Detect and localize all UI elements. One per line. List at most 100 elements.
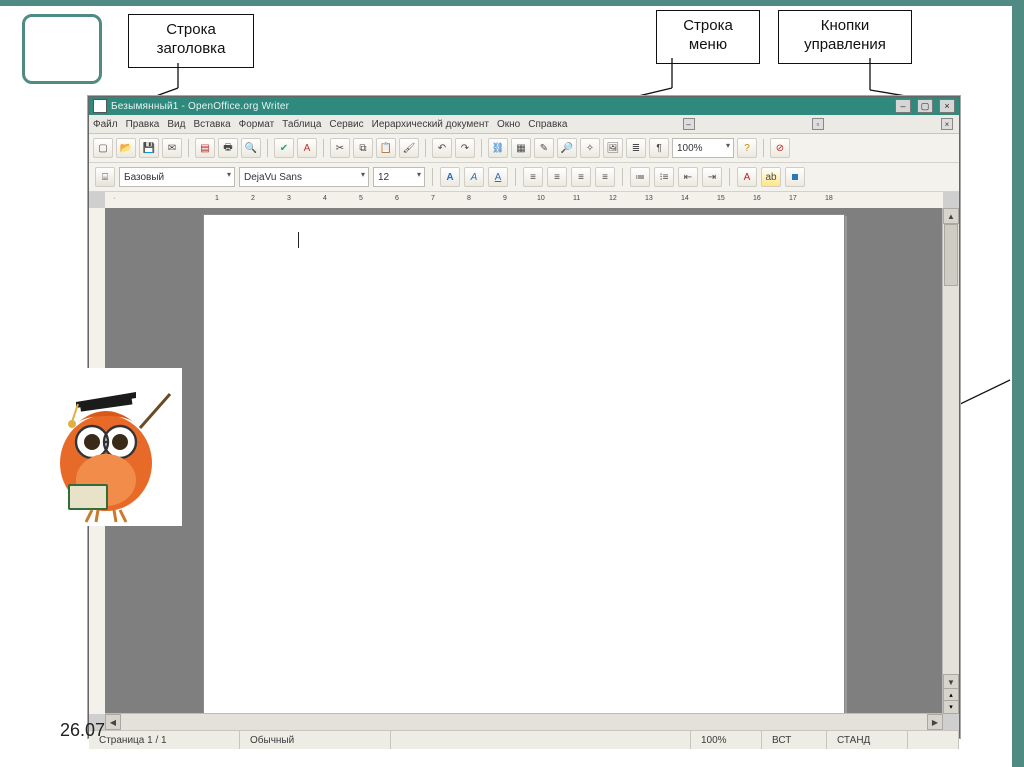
highlight-icon[interactable]: ab (761, 167, 781, 187)
callout-window-buttons: Кнопки управления (778, 10, 912, 64)
paragraph-style-selector[interactable]: Базовый (119, 167, 235, 187)
menu-item[interactable]: Таблица (282, 119, 321, 130)
toolbar-separator (763, 139, 764, 157)
doc-minimize-icon[interactable]: – (683, 118, 695, 130)
doc-close-icon[interactable]: × (941, 118, 953, 130)
document-page[interactable] (203, 214, 845, 714)
status-zoom[interactable]: 100% (691, 731, 762, 749)
new-icon[interactable]: ▢ (93, 138, 113, 158)
nonprinting-icon[interactable]: ¶ (649, 138, 669, 158)
scroll-up-icon[interactable]: ▲ (943, 208, 959, 224)
hyperlink-icon[interactable]: ⛓ (488, 138, 508, 158)
mascot-owl (28, 368, 182, 526)
status-page[interactable]: Страница 1 / 1 (89, 731, 240, 749)
menu-item[interactable]: Сервис (329, 119, 363, 130)
toolbar-separator (188, 139, 189, 157)
vertical-scrollbar[interactable]: ▲ ▼ ▴ ▾ (942, 208, 959, 714)
toolbar-separator (622, 168, 623, 186)
toolbar-separator (432, 168, 433, 186)
email-icon[interactable]: ✉ (162, 138, 182, 158)
decrease-indent-icon[interactable]: ⇤ (678, 167, 698, 187)
scroll-right-icon[interactable]: ▶ (927, 714, 943, 730)
close-doc-icon[interactable]: ⊘ (770, 138, 790, 158)
cut-icon[interactable]: ✂ (330, 138, 350, 158)
slide-frame-corner (22, 14, 102, 84)
page-background (105, 208, 943, 714)
slide-date: 26.07 (60, 720, 105, 741)
document-viewport (105, 208, 943, 714)
standard-toolbar: ▢ 📂 💾 ✉ ▤ 🖶 🔍 ✔ A ✂ ⧉ 📋 🖌 ↶ ↷ ⛓ ▦ ✎ 🔎 ✧ (89, 134, 959, 163)
close-button[interactable]: × (939, 99, 955, 113)
gallery-icon[interactable]: 🖼 (603, 138, 623, 158)
table-icon[interactable]: ▦ (511, 138, 531, 158)
doc-restore-icon[interactable]: ▫ (812, 118, 824, 130)
autospell-icon[interactable]: A (297, 138, 317, 158)
maximize-button[interactable]: ▢ (917, 99, 933, 113)
align-right-icon[interactable]: ≡ (571, 167, 591, 187)
font-size-selector[interactable]: 12 (373, 167, 425, 187)
increase-indent-icon[interactable]: ⇥ (702, 167, 722, 187)
next-page-icon[interactable]: ▾ (943, 700, 959, 714)
scroll-left-icon[interactable]: ◀ (105, 714, 121, 730)
font-selector[interactable]: DejaVu Sans (239, 167, 369, 187)
styles-icon[interactable]: ⌸ (95, 167, 115, 187)
menu-item[interactable]: Вид (167, 119, 185, 130)
menu-item[interactable]: Справка (528, 119, 567, 130)
status-mode[interactable]: Обычный (240, 731, 391, 749)
window-titlebar[interactable]: Безымянный1 - OpenOffice.org Writer – ▢ … (89, 97, 959, 115)
copy-icon[interactable]: ⧉ (353, 138, 373, 158)
help-icon[interactable]: ? (737, 138, 757, 158)
status-bar: Страница 1 / 1 Обычный 100% ВСТ СТАНД (89, 730, 959, 749)
presentation-slide: Строка заголовка Строка меню Кнопки упра… (0, 0, 1024, 767)
spellcheck-icon[interactable]: ✔ (274, 138, 294, 158)
align-justify-icon[interactable]: ≡ (595, 167, 615, 187)
text-caret (298, 232, 299, 248)
numbered-list-icon[interactable]: ≔ (630, 167, 650, 187)
status-spacer (391, 731, 691, 749)
zoom-selector[interactable]: 100% (672, 138, 734, 158)
menu-item[interactable]: Иерархический документ (372, 119, 489, 130)
underline-icon[interactable]: A (488, 167, 508, 187)
document-editor: · 1 2 3 4 5 6 7 8 9 10 11 12 13 14 15 16… (89, 192, 959, 730)
toolbar-separator (481, 139, 482, 157)
status-extra[interactable] (908, 731, 959, 749)
paste-icon[interactable]: 📋 (376, 138, 396, 158)
minimize-button[interactable]: – (895, 99, 911, 113)
redo-icon[interactable]: ↷ (455, 138, 475, 158)
bulleted-list-icon[interactable]: ⁝≡ (654, 167, 674, 187)
status-std[interactable]: СТАНД (827, 731, 908, 749)
menu-item[interactable]: Файл (93, 119, 118, 130)
show-draw-icon[interactable]: ✎ (534, 138, 554, 158)
find-icon[interactable]: 🔎 (557, 138, 577, 158)
align-center-icon[interactable]: ≡ (547, 167, 567, 187)
background-color-icon[interactable] (785, 167, 805, 187)
toolbar-separator (267, 139, 268, 157)
menu-item[interactable]: Окно (497, 119, 520, 130)
status-insert[interactable]: ВСТ (762, 731, 827, 749)
font-color-icon[interactable]: A (737, 167, 757, 187)
callout-titlebar: Строка заголовка (128, 14, 254, 68)
open-icon[interactable]: 📂 (116, 138, 136, 158)
data-sources-icon[interactable]: ≣ (626, 138, 646, 158)
preview-icon[interactable]: 🔍 (241, 138, 261, 158)
format-brush-icon[interactable]: 🖌 (399, 138, 419, 158)
toolbar-separator (515, 168, 516, 186)
callout-menubar: Строка меню (656, 10, 760, 64)
align-left-icon[interactable]: ≡ (523, 167, 543, 187)
horizontal-ruler[interactable]: · 1 2 3 4 5 6 7 8 9 10 11 12 13 14 15 16… (105, 192, 943, 209)
toolbar-separator (323, 139, 324, 157)
print-icon[interactable]: 🖶 (218, 138, 238, 158)
horizontal-scrollbar[interactable]: ◀ ▶ (105, 713, 943, 730)
save-icon[interactable]: 💾 (139, 138, 159, 158)
navigator-icon[interactable]: ✧ (580, 138, 600, 158)
scroll-thumb[interactable] (944, 224, 958, 286)
bold-icon[interactable]: A (440, 167, 460, 187)
toolbar-separator (425, 139, 426, 157)
menu-item[interactable]: Вставка (193, 119, 230, 130)
window-title: Безымянный1 - OpenOffice.org Writer (111, 101, 889, 112)
menu-item[interactable]: Правка (126, 119, 160, 130)
italic-icon[interactable]: A (464, 167, 484, 187)
menu-item[interactable]: Формат (239, 119, 275, 130)
pdf-icon[interactable]: ▤ (195, 138, 215, 158)
undo-icon[interactable]: ↶ (432, 138, 452, 158)
